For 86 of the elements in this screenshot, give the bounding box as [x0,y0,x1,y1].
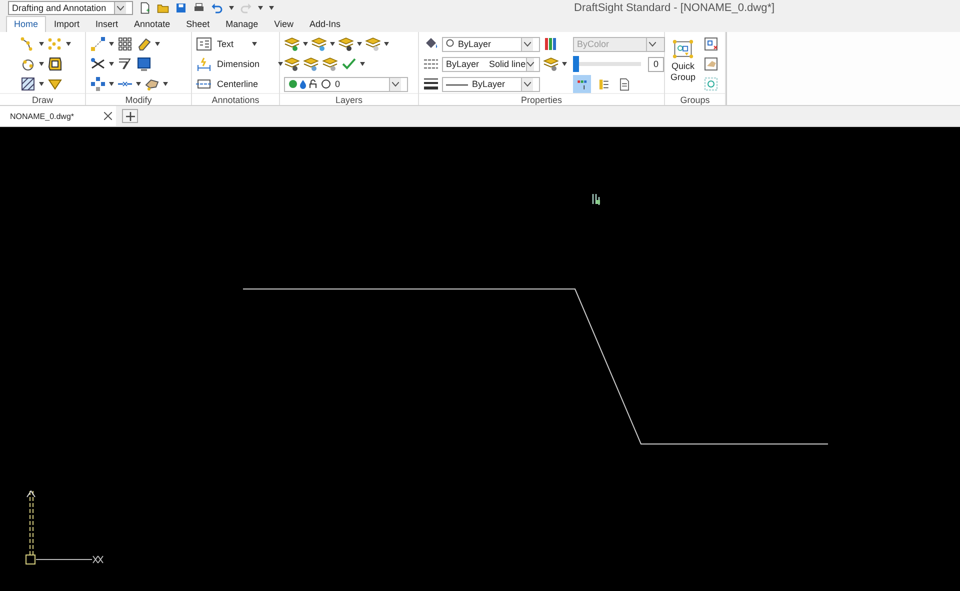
caret-icon[interactable] [136,82,141,86]
caret-icon[interactable] [269,6,274,10]
transparency-field[interactable]: 0 [648,56,664,72]
caret-icon[interactable] [229,6,234,10]
eraser-icon[interactable] [136,36,152,52]
caret-icon[interactable] [39,62,44,66]
document-icon [618,78,630,90]
pattern-grid-icon[interactable] [117,36,133,52]
ungroup-icon[interactable] [703,36,719,52]
hatch-icon[interactable] [20,76,36,92]
quick-group-button[interactable]: Quick Group [669,35,697,93]
annotation-tool[interactable]: Text [196,35,234,53]
text-icon[interactable] [196,36,212,52]
layer-stack-icon[interactable] [284,56,300,72]
dimension-icon[interactable] [196,56,212,72]
color-dropdown[interactable]: ByLayer [442,36,540,52]
caret-icon[interactable] [109,62,114,66]
check-icon[interactable] [341,56,357,72]
group-select-icon[interactable] [703,76,719,92]
ribbon-tab[interactable]: Insert [88,16,126,32]
chevron-icon [389,78,401,90]
new-tab-button[interactable] [122,109,138,123]
lineweight-dropdown[interactable]: ByLayer [442,76,540,92]
layer-state-icon [288,79,332,90]
printer-icon[interactable] [193,2,205,14]
caret-icon[interactable] [109,82,114,86]
list-icon [596,78,610,90]
caret-icon[interactable] [330,42,335,46]
group-icon [672,39,694,61]
layer-stack-icon[interactable] [543,56,559,72]
document-tab[interactable]: NONAME_0.dwg* [0,106,116,126]
circle-icon [446,39,454,47]
layer-stack-icon[interactable] [303,56,319,72]
lineweight-icon[interactable] [423,76,439,92]
layer-stack-icon[interactable] [311,36,327,52]
caret-icon[interactable] [39,82,44,86]
layer-stack-icon[interactable] [284,36,300,52]
layer-dropdown[interactable]: 0 [284,76,408,92]
ribbon-tab[interactable]: Import [46,16,88,32]
polygon-icon[interactable] [47,56,63,72]
slider-thumb[interactable] [573,56,579,72]
caret-icon[interactable] [562,62,567,66]
ribbon-tab[interactable]: Sheet [178,16,218,32]
caret-icon[interactable] [163,82,168,86]
color-bars-icon[interactable] [543,36,559,52]
caret-icon[interactable] [39,42,44,46]
layer-stack-icon[interactable] [338,36,354,52]
chevron-icon [521,78,533,90]
chevron-icon [526,58,534,70]
ucs-axes-icon [26,490,104,564]
ribbon-tab[interactable]: Manage [218,16,266,32]
chevron-icon [646,38,658,50]
close-icon[interactable] [104,112,112,120]
linetype-dropdown[interactable]: ByLayer Solid line [442,56,540,72]
caret-icon[interactable] [303,42,308,46]
ribbon-tab[interactable]: View [266,16,302,32]
document-tab-label: NONAME_0.dwg* [10,112,74,120]
save-icon[interactable] [175,2,187,14]
undo-icon[interactable] [211,2,223,14]
line-sample-icon [446,82,468,87]
caret-icon[interactable] [360,62,365,66]
annotation-tool[interactable]: Centerline [196,75,258,93]
caret-icon[interactable] [109,42,114,46]
caret-icon[interactable] [384,42,389,46]
color-palette-icon [576,78,588,90]
ribbon-tab[interactable]: Home [6,16,46,32]
caret-icon[interactable] [357,42,362,46]
layer-stack-icon[interactable] [365,36,381,52]
color-palette-button[interactable] [573,75,591,93]
window-title: DraftSight Standard - [NONAME_0.dwg*] [574,2,776,14]
caret-icon[interactable] [258,6,263,10]
caret-icon[interactable] [66,42,71,46]
layer-stack-icon[interactable] [322,56,338,72]
caret-icon[interactable] [155,42,160,46]
folder-icon[interactable] [157,2,169,14]
group-edit-icon[interactable] [703,56,719,72]
workspace-dropdown[interactable]: Drafting and Annotation [8,1,133,15]
array-icon[interactable] [90,76,106,92]
monitor-icon[interactable] [136,56,152,72]
annotation-tool[interactable]: Dimension [196,55,260,73]
ribbon-tab[interactable]: Annotate [126,16,178,32]
new-document-icon[interactable] [139,2,151,14]
caret-icon[interactable] [278,62,283,66]
caret-icon[interactable] [252,42,257,46]
chevron-icon [521,38,533,50]
ribbon-tab[interactable]: Add-Ins [302,16,349,32]
